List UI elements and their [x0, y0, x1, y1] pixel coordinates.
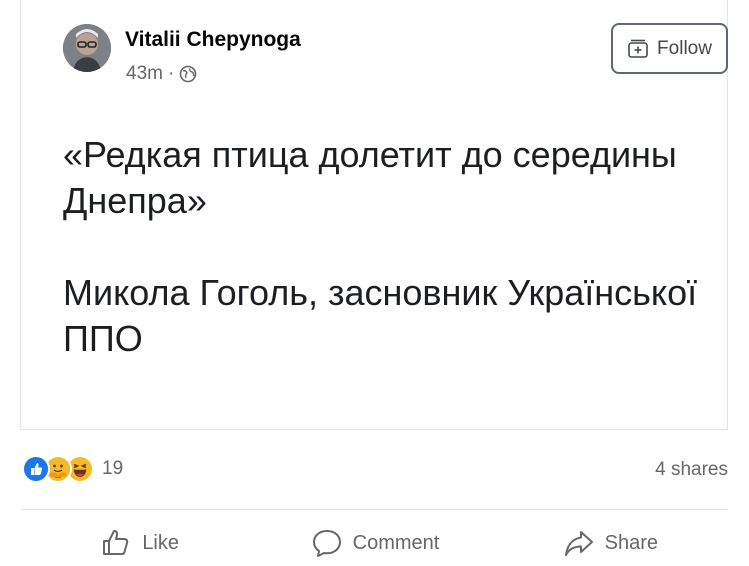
comment-button[interactable]: Comment [257, 520, 492, 566]
share-label: Share [604, 531, 658, 554]
post-time[interactable]: 43m [126, 63, 163, 85]
share-icon [564, 531, 593, 556]
shares-count[interactable]: 4 shares [655, 459, 728, 481]
author-name[interactable]: Vitalii Chepynoga [125, 28, 301, 52]
like-label: Like [142, 531, 180, 554]
post-card: Vitalii Chepynoga 43m · Follow «Редкая п… [20, 0, 728, 430]
post-paragraph: «Редкая птица долетит до середины Днепра… [63, 134, 677, 221]
comment-icon [312, 530, 341, 557]
author-avatar[interactable] [63, 24, 111, 72]
like-button[interactable]: Like [22, 520, 257, 566]
post-paragraph: Микола Гоголь, засновник Української ППО [63, 272, 698, 359]
reaction-count: 19 [102, 458, 124, 479]
like-icon [103, 530, 129, 555]
follow-label: Follow [657, 37, 712, 59]
action-bar: Like Comment Share [22, 520, 728, 566]
reaction-summary[interactable]: 19 [22, 455, 123, 483]
share-button[interactable]: Share [493, 520, 728, 566]
globe-icon [179, 65, 197, 83]
follow-icon [628, 39, 648, 58]
follow-button[interactable]: Follow [611, 23, 728, 74]
divider [22, 509, 728, 510]
meta-separator: · [167, 63, 175, 84]
comment-label: Comment [352, 531, 440, 554]
like-icon [22, 455, 50, 483]
post-meta: 43m · [126, 63, 197, 85]
post-text: «Редкая птица долетит до середины Днепра… [63, 132, 703, 362]
